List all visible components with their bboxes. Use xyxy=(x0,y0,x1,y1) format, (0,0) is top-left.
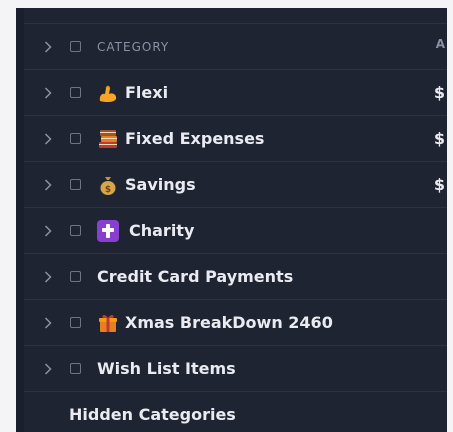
amount-column-header: A xyxy=(435,36,445,51)
category-amount: $ xyxy=(433,128,445,148)
row-checkbox[interactable] xyxy=(70,362,81,374)
category-row-charity[interactable]: Charity xyxy=(24,208,447,254)
category-row-xmas-breakdown[interactable]: Xmas BreakDown 2460 xyxy=(24,300,447,346)
row-checkbox[interactable] xyxy=(70,132,81,144)
category-label: Charity xyxy=(129,221,195,240)
latin-cross-icon xyxy=(97,219,119,242)
category-row-flexi[interactable]: Flexi $ xyxy=(24,70,447,116)
category-label: Fixed Expenses xyxy=(125,129,265,148)
row-checkbox[interactable] xyxy=(70,178,81,190)
row-checkbox[interactable] xyxy=(70,316,81,328)
category-label: Wish List Items xyxy=(97,359,236,378)
chevron-right-icon[interactable] xyxy=(44,86,52,99)
category-label: Flexi xyxy=(125,83,169,102)
books-icon xyxy=(97,128,119,150)
row-checkbox[interactable] xyxy=(70,86,81,98)
category-column-header: CATEGORY xyxy=(97,39,170,54)
category-amount: $ xyxy=(433,174,445,194)
category-label: Xmas BreakDown 2460 xyxy=(125,313,333,332)
chevron-right-icon[interactable] xyxy=(44,224,52,237)
money-bag-icon: $ xyxy=(97,174,119,196)
category-label: Credit Card Payments xyxy=(97,267,294,286)
category-header-row: CATEGORY A xyxy=(24,24,447,70)
category-row-wish-list-items[interactable]: Wish List Items xyxy=(24,346,447,392)
category-list: CATEGORY A Flexi $ Fixed Expenses $ $ Sa… xyxy=(24,8,447,432)
svg-text:$: $ xyxy=(105,185,111,195)
chevron-right-icon[interactable] xyxy=(44,270,52,283)
category-row-credit-card-payments[interactable]: Credit Card Payments xyxy=(24,254,447,300)
chevron-right-icon[interactable] xyxy=(44,316,52,329)
hidden-categories-toggle[interactable]: Hidden Categories xyxy=(24,392,447,432)
category-row-fixed-expenses[interactable]: Fixed Expenses $ xyxy=(24,116,447,162)
chevron-right-icon[interactable] xyxy=(44,362,52,375)
category-label: Savings xyxy=(125,175,196,194)
select-all-checkbox[interactable] xyxy=(70,40,81,52)
hidden-categories-label: Hidden Categories xyxy=(69,405,236,424)
chevron-right-icon[interactable] xyxy=(44,132,52,145)
gift-icon xyxy=(97,312,119,334)
category-panel: CATEGORY A Flexi $ Fixed Expenses $ $ Sa… xyxy=(16,8,447,432)
category-amount: $ xyxy=(433,82,445,102)
category-row-savings[interactable]: $ Savings $ xyxy=(24,162,447,208)
flexed-bicep-icon xyxy=(97,82,119,104)
top-strip xyxy=(24,8,447,24)
chevron-right-icon[interactable] xyxy=(44,40,52,53)
row-checkbox[interactable] xyxy=(70,270,81,282)
chevron-right-icon[interactable] xyxy=(44,178,52,191)
row-checkbox[interactable] xyxy=(70,224,81,236)
